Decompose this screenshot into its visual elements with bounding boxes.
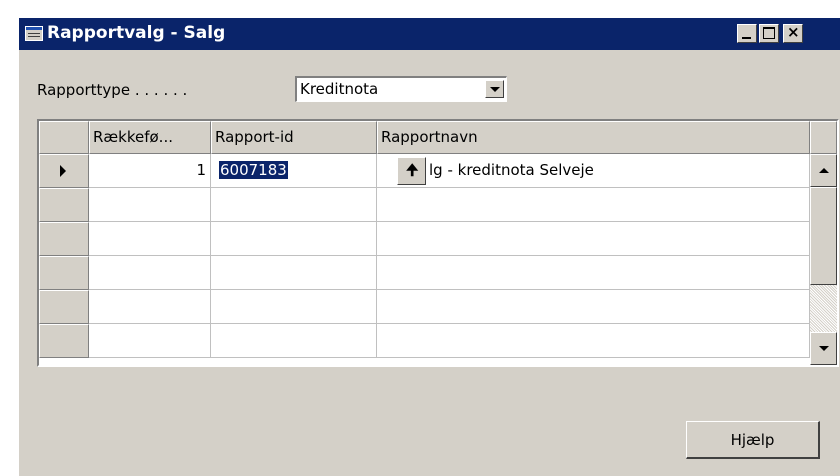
table-cell-report-name[interactable] — [377, 188, 810, 222]
current-row-arrow-icon — [60, 165, 66, 177]
row-selector-2[interactable] — [39, 188, 89, 222]
row-selector-1[interactable] — [39, 154, 89, 188]
maximize-icon — [763, 27, 775, 39]
table-cell-sequence[interactable] — [89, 324, 211, 358]
row-selector-6[interactable] — [39, 324, 89, 358]
report-type-value: Kreditnota — [300, 80, 379, 98]
table-cell-report-name[interactable] — [377, 256, 810, 290]
minimize-icon — [742, 37, 751, 39]
table-cell-sequence[interactable] — [89, 290, 211, 324]
report-type-select[interactable]: Kreditnota — [295, 76, 507, 102]
report-type-label: Rapporttype . . . . . . — [37, 81, 188, 99]
table-cell-report-name[interactable] — [377, 290, 810, 324]
vertical-scrollbar[interactable] — [810, 154, 837, 365]
table-cell-report-id[interactable]: 6007183 — [211, 154, 377, 188]
row-selector-4[interactable] — [39, 256, 89, 290]
report-selection-window: Rapportvalg - Salg × Rapporttype . . . .… — [17, 16, 840, 476]
title-bar[interactable]: Rapportvalg - Salg × — [19, 18, 840, 50]
grid-corner-header[interactable] — [39, 121, 89, 154]
scrollbar-track[interactable] — [810, 285, 837, 332]
report-lookup-button[interactable]: 🠉 — [397, 157, 426, 185]
table-cell-report-id[interactable] — [211, 222, 377, 256]
column-header-report-name[interactable]: Rapportnavn — [377, 121, 810, 154]
table-cell-sequence[interactable] — [89, 188, 211, 222]
scrollbar-thumb[interactable] — [810, 187, 837, 285]
table-cell-sequence[interactable] — [89, 256, 211, 290]
minimize-button[interactable] — [737, 24, 757, 43]
table-cell-report-name[interactable] — [377, 324, 810, 358]
column-header-report-id[interactable]: Rapport-id — [211, 121, 377, 154]
column-header-sequence[interactable]: Rækkefø... — [89, 121, 211, 154]
chevron-down-icon — [819, 346, 829, 351]
selected-report-id: 6007183 — [219, 161, 288, 179]
report-type-dropdown-button[interactable] — [485, 80, 504, 98]
close-button[interactable]: × — [783, 23, 803, 43]
column-header-filler — [810, 121, 837, 154]
maximize-button[interactable] — [759, 24, 779, 43]
form-icon — [25, 26, 43, 41]
close-icon: × — [787, 23, 800, 41]
table-cell-sequence[interactable] — [89, 222, 211, 256]
lookup-arrow-icon: 🠉 — [406, 161, 419, 179]
chevron-up-icon — [819, 168, 829, 173]
row-selector-5[interactable] — [39, 290, 89, 324]
scroll-down-button[interactable] — [810, 332, 837, 365]
table-cell-sequence[interactable]: 1 — [89, 154, 211, 188]
table-cell-report-id[interactable] — [211, 290, 377, 324]
table-cell-report-id[interactable] — [211, 324, 377, 358]
table-cell-report-id[interactable] — [211, 256, 377, 290]
window-title: Rapportvalg - Salg — [47, 23, 226, 43]
report-grid: Rækkefø... Rapport-id Rapportnavn 1 6007… — [37, 119, 839, 367]
row-selector-3[interactable] — [39, 222, 89, 256]
table-cell-report-name[interactable]: lg - kreditnota Selveje — [377, 154, 810, 188]
table-cell-report-id[interactable] — [211, 188, 377, 222]
chevron-down-icon — [490, 87, 500, 92]
help-button[interactable]: Hjælp — [686, 421, 820, 459]
scroll-up-button[interactable] — [810, 154, 837, 187]
table-cell-report-name[interactable] — [377, 222, 810, 256]
